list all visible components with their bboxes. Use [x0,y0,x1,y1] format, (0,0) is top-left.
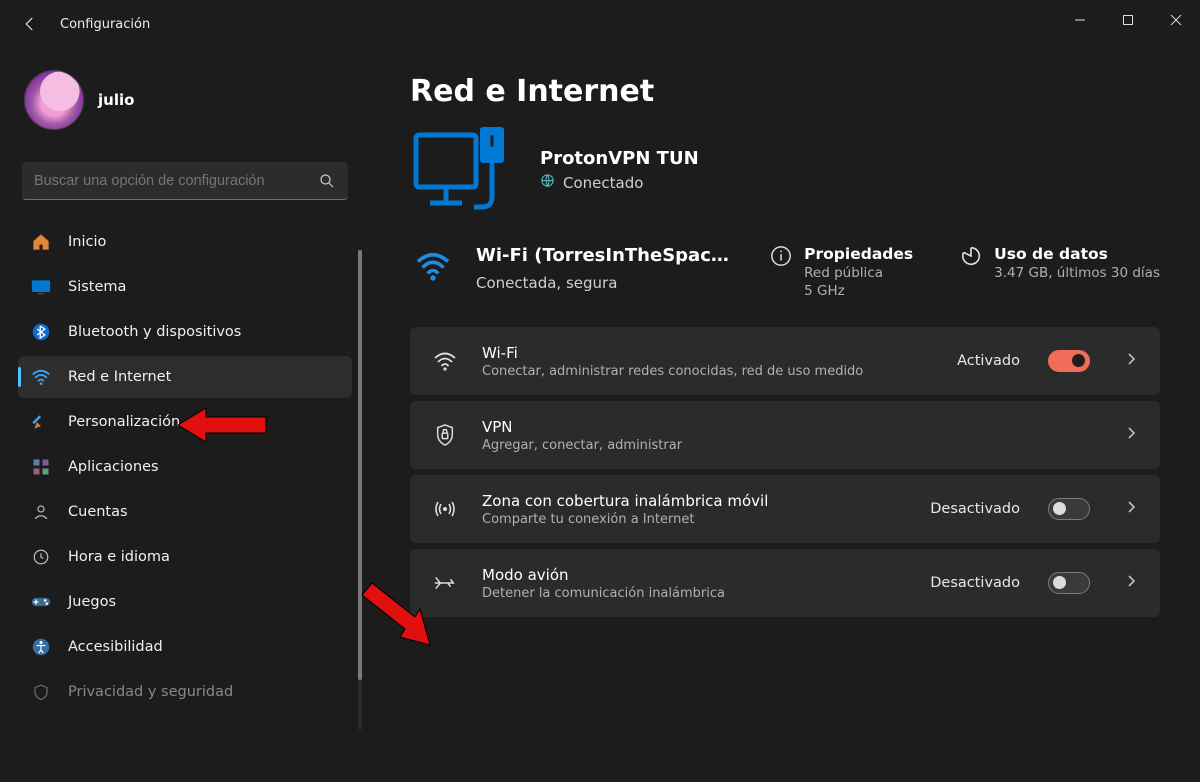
card-sub: Comparte tu conexión a Internet [482,512,910,527]
search-icon [318,172,336,190]
sidebar-item-label: Accesibilidad [68,639,163,655]
chevron-right-icon [1122,426,1142,444]
wifi-toggle[interactable] [1048,350,1090,372]
apps-icon [30,456,52,478]
annotation-arrow-2 [352,581,434,653]
sidebar-item-home[interactable]: Inicio [18,221,352,263]
sidebar-item-label: Personalización [68,414,180,430]
sidebar-item-network[interactable]: Red e Internet [18,356,352,398]
nav-list: Inicio Sistema Bluetooth y dispositivos … [18,218,352,782]
connection-block[interactable]: ProtonVPN TUN Conectado [410,121,1160,219]
sidebar-item-label: Hora e idioma [68,549,170,565]
card-sub: Agregar, conectar, administrar [482,438,1102,453]
wifi-sub: Conectada, segura [476,274,750,292]
sidebar-item-label: Aplicaciones [68,459,159,475]
card-vpn[interactable]: VPN Agregar, conectar, administrar [410,401,1160,469]
chevron-right-icon [1122,352,1142,370]
vpn-icon [428,423,462,447]
card-sub: Detener la comunicación inalámbrica [482,586,910,601]
accessibility-icon [30,636,52,658]
personalization-icon [30,411,52,433]
home-icon [30,231,52,253]
card-airplane[interactable]: Modo avión Detener la comunicación inalá… [410,549,1160,617]
sidebar-item-accessibility[interactable]: Accesibilidad [18,626,352,668]
card-sub: Conectar, administrar redes conocidas, r… [482,364,937,379]
sidebar-item-label: Sistema [68,279,126,295]
time-icon [30,546,52,568]
chevron-right-icon [1122,574,1142,592]
close-button[interactable] [1152,0,1200,40]
back-button[interactable] [18,12,42,36]
info-icon [770,245,792,271]
sidebar-item-apps[interactable]: Aplicaciones [18,446,352,488]
wifi-icon [428,351,462,371]
search-input[interactable] [34,173,318,189]
card-title: Zona con cobertura inalámbrica móvil [482,492,910,510]
username: julio [98,91,134,109]
main-content: Red e Internet ProtonVPN TUN [370,48,1200,782]
wifi-icon [30,366,52,388]
card-hotspot[interactable]: Zona con cobertura inalámbrica móvil Com… [410,475,1160,543]
sidebar-item-time[interactable]: Hora e idioma [18,536,352,578]
search-box[interactable] [22,162,348,200]
user-block[interactable]: julio [24,70,346,130]
window-title: Configuración [60,17,150,32]
gaming-icon [30,591,52,613]
hotspot-icon [428,498,462,520]
wifi-status-row: Wi-Fi (TorresInTheSpac… Conectada, segur… [410,245,1160,299]
system-icon [30,276,52,298]
connection-name: ProtonVPN TUN [540,148,699,169]
data-usage-icon [960,245,982,271]
sidebar-item-label: Inicio [68,234,106,250]
wifi-icon [410,245,456,281]
avatar [24,70,84,130]
chevron-right-icon [1122,500,1142,518]
settings-cards: Wi-Fi Conectar, administrar redes conoci… [410,327,1160,617]
card-state: Desactivado [930,575,1020,591]
card-wifi[interactable]: Wi-Fi Conectar, administrar redes conoci… [410,327,1160,395]
wifi-name: Wi-Fi (TorresInTheSpac… [476,245,750,268]
card-state: Desactivado [930,501,1020,517]
sidebar-scrollbar[interactable] [358,250,362,730]
hotspot-toggle[interactable] [1048,498,1090,520]
annotation-arrow-1 [178,404,268,446]
sidebar-item-bluetooth[interactable]: Bluetooth y dispositivos [18,311,352,353]
sidebar-item-label: Bluetooth y dispositivos [68,324,241,340]
titlebar: Configuración [0,0,1200,48]
ethernet-monitor-icon [410,121,510,219]
sidebar-item-label: Juegos [68,594,116,610]
properties-block[interactable]: Propiedades Red pública 5 GHz [770,245,940,299]
sidebar-item-accounts[interactable]: Cuentas [18,491,352,533]
page-title: Red e Internet [410,74,1160,109]
sidebar-item-system[interactable]: Sistema [18,266,352,308]
privacy-icon [30,681,52,703]
wifi-info[interactable]: Wi-Fi (TorresInTheSpac… Conectada, segur… [476,245,750,292]
window-controls [1056,0,1200,40]
card-title: Modo avión [482,566,910,584]
sidebar-item-label: Red e Internet [68,369,171,385]
accounts-icon [30,501,52,523]
card-state: Activado [957,353,1020,369]
card-title: VPN [482,418,1102,436]
globe-icon [540,173,555,192]
sidebar-item-gaming[interactable]: Juegos [18,581,352,623]
sidebar-item-privacy[interactable]: Privacidad y seguridad [18,671,352,713]
maximize-button[interactable] [1104,0,1152,40]
airplane-toggle[interactable] [1048,572,1090,594]
sidebar-item-label: Privacidad y seguridad [68,684,233,700]
minimize-button[interactable] [1056,0,1104,40]
sidebar-item-label: Cuentas [68,504,128,520]
connection-status: Conectado [540,173,699,192]
data-usage-block[interactable]: Uso de datos 3.47 GB, últimos 30 días [960,245,1160,281]
card-title: Wi-Fi [482,344,937,362]
bluetooth-icon [30,321,52,343]
